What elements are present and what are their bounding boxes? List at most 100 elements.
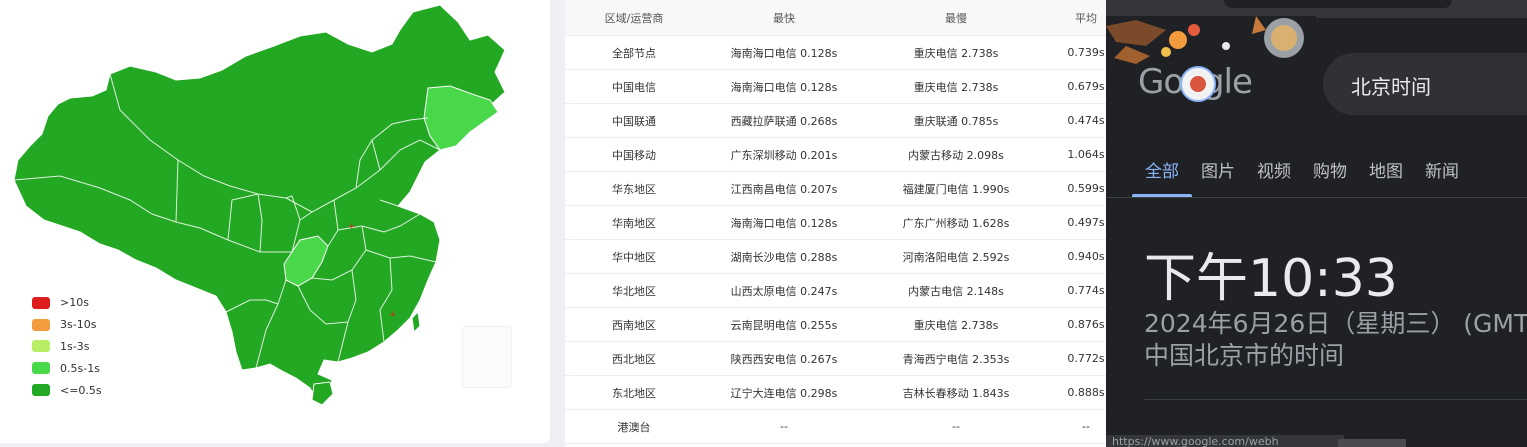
current-date: 2024年6月26日（星期三） (GMT xyxy=(1144,309,1527,338)
table-row: 华中地区 湖南长沙电信 0.288s 河南洛阳电信 2.592s 0.940s xyxy=(565,239,1106,274)
cell-slowest: 河南洛阳电信 2.592s xyxy=(865,239,1047,274)
table-row: 西南地区 云南昆明电信 0.255s 重庆电信 2.738s 0.876s xyxy=(565,307,1106,342)
status-bar-fragment xyxy=(1338,439,1406,447)
table-row: 全部节点 海南海口电信 0.128s 重庆电信 2.738s 0.739s xyxy=(565,35,1106,70)
address-bar-fragment[interactable] xyxy=(1224,0,1452,8)
cell-average: 0.940s xyxy=(1047,239,1106,274)
cell-slowest: 重庆电信 2.738s xyxy=(865,307,1047,342)
legend-item[interactable]: 1s-3s xyxy=(32,336,102,358)
doodle-badge-icon[interactable] xyxy=(1180,66,1216,102)
cell-region: 华东地区 xyxy=(565,171,703,206)
cell-fastest: 海南海口电信 0.128s xyxy=(703,205,865,240)
current-time: 下午10:33 xyxy=(1144,249,1398,309)
legend-label: <=0.5s xyxy=(60,383,102,397)
cell-slowest: 重庆电信 2.738s xyxy=(865,35,1047,70)
table-row: 中国电信 海南海口电信 0.128s 重庆电信 2.738s 0.679s xyxy=(565,69,1106,104)
watermark xyxy=(462,326,512,388)
legend-item[interactable]: >10s xyxy=(32,292,102,314)
cell-average: 0.876s xyxy=(1047,307,1106,342)
legend-item[interactable]: <=0.5s xyxy=(32,379,102,401)
cell-region: 中国电信 xyxy=(565,69,703,104)
legend-item[interactable]: 3s-10s xyxy=(32,314,102,336)
result-divider xyxy=(1144,399,1527,400)
cell-slowest: 重庆联通 0.785s xyxy=(865,103,1047,138)
search-tabs: 全部 图片 视频 购物 地图 新闻 xyxy=(1132,157,1481,197)
table-row: 华东地区 江西南昌电信 0.207s 福建厦门电信 1.990s 0.599s xyxy=(565,171,1106,206)
cell-fastest: 陕西西安电信 0.267s xyxy=(703,341,865,376)
table-row: 华南地区 海南海口电信 0.128s 广东广州移动 1.628s 0.497s xyxy=(565,205,1106,240)
cell-region: 全部节点 xyxy=(565,35,703,70)
cell-fastest: 广东深圳移动 0.201s xyxy=(703,137,865,172)
header-region[interactable]: 区域/运营商 xyxy=(565,0,703,36)
tabs-divider xyxy=(1106,197,1527,198)
cell-average: 0.772s xyxy=(1047,341,1106,376)
doodle-artwork[interactable] xyxy=(1106,16,1316,66)
cell-region: 华中地区 xyxy=(565,239,703,274)
legend-swatch xyxy=(32,318,50,331)
legend-label: 1s-3s xyxy=(60,339,90,353)
latency-marker: + xyxy=(348,222,356,232)
cell-fastest: 山西太原电信 0.247s xyxy=(703,273,865,308)
cell-average: 0.679s xyxy=(1047,69,1106,104)
cell-fastest: 辽宁大连电信 0.298s xyxy=(703,375,865,410)
cell-slowest: 内蒙古移动 2.098s xyxy=(865,137,1047,172)
search-tab[interactable]: 全部 xyxy=(1132,157,1192,197)
legend-swatch xyxy=(32,384,50,397)
cell-region: 西北地区 xyxy=(565,341,703,376)
region-taiwan[interactable] xyxy=(411,310,421,334)
cell-slowest: 福建厦门电信 1.990s xyxy=(865,171,1047,206)
cell-slowest: 广东广州移动 1.628s xyxy=(865,205,1047,240)
legend-swatch xyxy=(32,296,50,309)
table-row: 华北地区 山西太原电信 0.247s 内蒙古电信 2.148s 0.774s xyxy=(565,273,1106,308)
search-input[interactable]: 北京时间 xyxy=(1323,53,1527,115)
latency-marker: + xyxy=(389,310,397,320)
header-fastest[interactable]: 最快 xyxy=(703,0,865,36)
legend-item[interactable]: 0.5s-1s xyxy=(32,357,102,379)
search-tab[interactable]: 地图 xyxy=(1369,157,1403,182)
cell-slowest: 内蒙古电信 2.148s xyxy=(865,273,1047,308)
header-average[interactable]: 平均 xyxy=(1047,0,1106,36)
legend-label: >10s xyxy=(60,296,89,310)
speed-table-panel: 区域/运营商 最快 最慢 平均 全部节点 海南海口电信 0.128s 重庆电信 2.… xyxy=(565,0,1106,447)
region-hainan[interactable] xyxy=(311,381,334,406)
cell-average: -- xyxy=(1047,409,1106,444)
search-query-text[interactable]: 北京时间 xyxy=(1351,71,1431,100)
cell-fastest: 海南海口电信 0.128s xyxy=(703,69,865,104)
speed-table: 区域/运营商 最快 最慢 平均 全部节点 海南海口电信 0.128s 重庆电信 2.… xyxy=(565,0,1106,444)
cell-fastest: -- xyxy=(703,409,865,444)
map-legend: >10s 3s-10s 1s-3s 0.5s-1s <=0.5s xyxy=(32,292,102,401)
cell-slowest: -- xyxy=(865,409,1047,444)
cell-average: 1.064s xyxy=(1047,137,1106,172)
search-tab[interactable]: 购物 xyxy=(1313,157,1347,182)
cell-region: 华南地区 xyxy=(565,205,703,240)
cell-average: 0.599s xyxy=(1047,171,1106,206)
time-location: 中国北京市的时间 xyxy=(1144,341,1345,370)
cell-average: 0.739s xyxy=(1047,35,1106,70)
search-tab[interactable]: 视频 xyxy=(1257,157,1291,182)
cell-average: 0.474s xyxy=(1047,103,1106,138)
table-row: 西北地区 陕西西安电信 0.267s 青海西宁电信 2.353s 0.772s xyxy=(565,341,1106,376)
legend-swatch xyxy=(32,362,50,375)
cell-slowest: 吉林长春移动 1.843s xyxy=(865,375,1047,410)
table-row: 东北地区 辽宁大连电信 0.298s 吉林长春移动 1.843s 0.888s xyxy=(565,375,1106,410)
cell-region: 东北地区 xyxy=(565,375,703,410)
cell-region: 中国联通 xyxy=(565,103,703,138)
cell-fastest: 云南昆明电信 0.255s xyxy=(703,307,865,342)
legend-label: 0.5s-1s xyxy=(60,361,100,375)
cell-region: 西南地区 xyxy=(565,307,703,342)
cell-average: 0.888s xyxy=(1047,375,1106,410)
cell-fastest: 湖南长沙电信 0.288s xyxy=(703,239,865,274)
cell-fastest: 西藏拉萨联通 0.268s xyxy=(703,103,865,138)
cell-slowest: 青海西宁电信 2.353s xyxy=(865,341,1047,376)
search-tab[interactable]: 图片 xyxy=(1201,157,1235,182)
google-search-panel: Google 北京时间 全部图片视频购物地图新闻 下午10:33 2024年6月… xyxy=(1106,0,1527,447)
cell-fastest: 江西南昌电信 0.207s xyxy=(703,171,865,206)
cell-fastest: 海南海口电信 0.128s xyxy=(703,35,865,70)
cell-region: 中国移动 xyxy=(565,137,703,172)
header-slowest[interactable]: 最慢 xyxy=(865,0,1047,36)
table-row: 中国移动 广东深圳移动 0.201s 内蒙古移动 2.098s 1.064s xyxy=(565,137,1106,172)
legend-label: 3s-10s xyxy=(60,318,97,332)
search-tab[interactable]: 新闻 xyxy=(1425,157,1459,182)
cell-region: 港澳台 xyxy=(565,409,703,444)
table-row: 中国联通 西藏拉萨联通 0.268s 重庆联通 0.785s 0.474s xyxy=(565,103,1106,138)
